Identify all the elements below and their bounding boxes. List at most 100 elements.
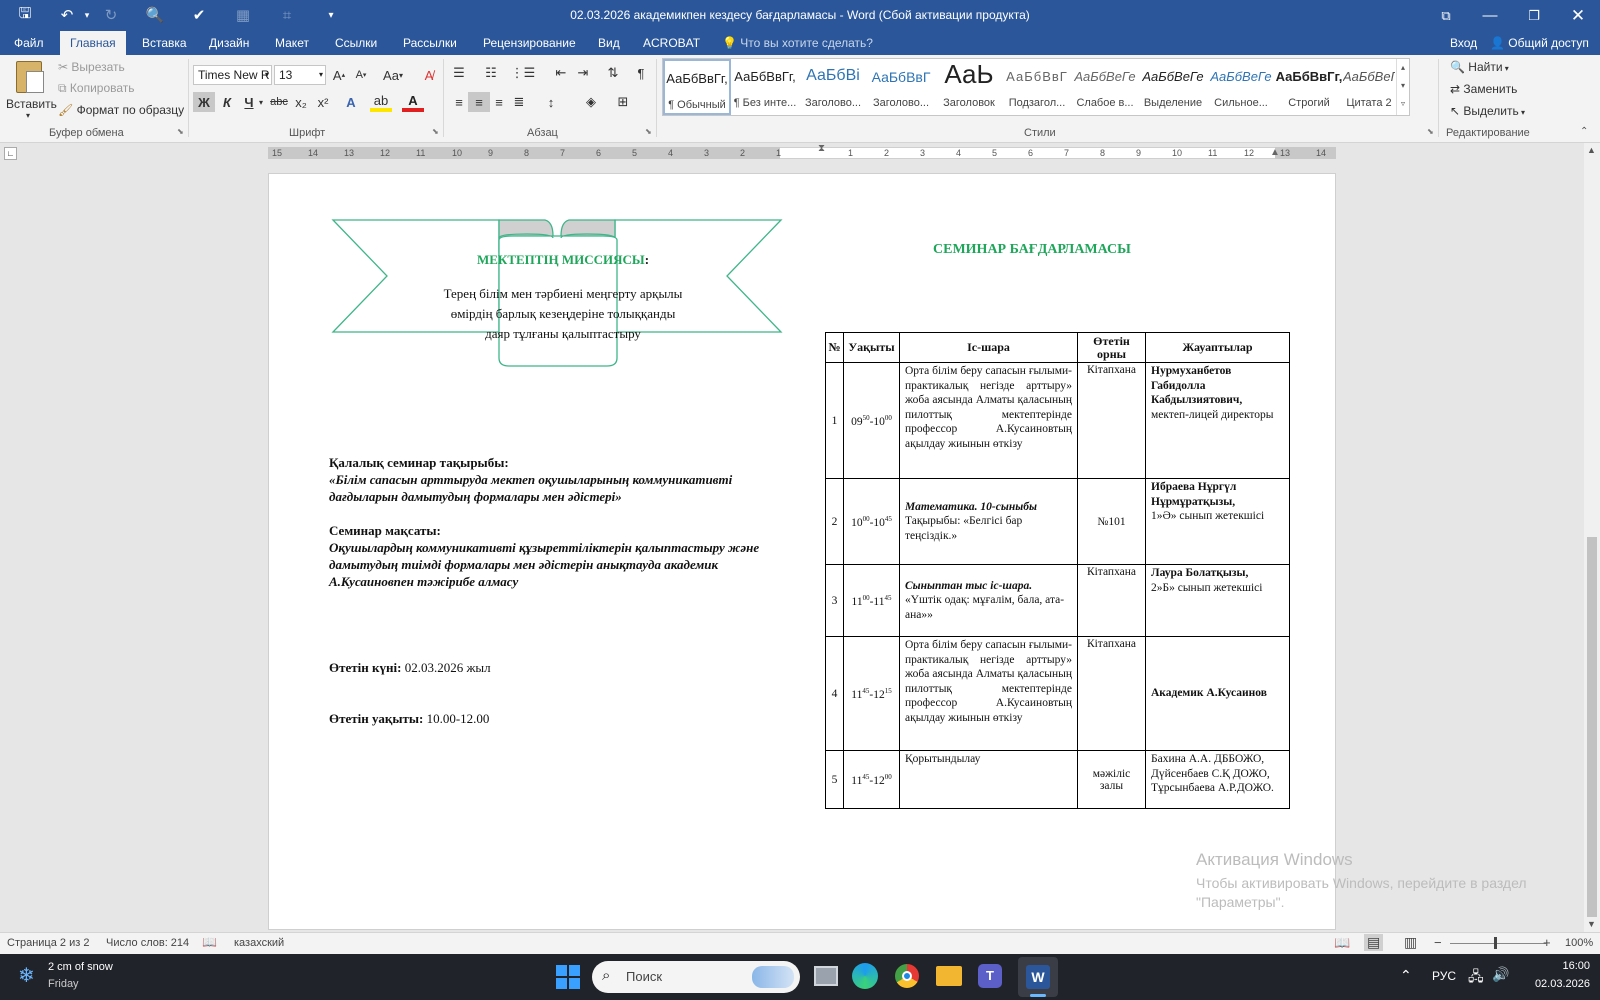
align-center-icon[interactable]: ≡ [468,92,490,112]
copy-button[interactable]: ⧉ Копировать [58,81,135,96]
read-mode-icon[interactable]: 📖 [1334,935,1350,951]
document-page[interactable]: МЕКТЕПТІҢ МИССИЯСЫ: Терең білім мен тәрб… [268,173,1336,930]
zoom-in-icon[interactable]: + [1543,935,1551,950]
show-marks-icon[interactable]: ¶ [630,63,652,83]
clock-date[interactable]: 02.03.2026 [1518,978,1590,990]
proofing-icon[interactable]: 📖 [202,935,217,949]
style-emphasis[interactable]: АаБбВеГе Выделение [1139,59,1207,115]
scroll-thumb[interactable] [1587,537,1597,917]
change-case-button[interactable]: Aa ▾ [378,65,408,85]
font-name-combo[interactable]: Times New R ▾ [193,65,272,85]
bold-button[interactable]: Ж [193,92,215,112]
close-icon[interactable]: ✕ [1556,0,1600,31]
font-launcher-icon[interactable]: ⬊ [432,127,439,136]
scroll-up-icon[interactable]: ▲ [1587,145,1596,155]
bullets-icon[interactable]: ☰ [448,63,470,83]
subscript-button[interactable]: x₂ [290,92,312,112]
web-layout-icon[interactable]: ▥ [1404,934,1417,951]
numbering-icon[interactable]: ☷ [480,63,502,83]
spelling-icon[interactable]: ✔ [186,4,212,26]
snowflake-icon[interactable]: ❄ [18,963,35,988]
tab-layout[interactable]: Макет [265,31,319,55]
shading-icon[interactable]: ◈ [580,92,602,112]
indent-marker-icon[interactable]: ⧗ [818,143,825,154]
styles-launcher-icon[interactable]: ⬊ [1427,127,1434,136]
print-preview-icon[interactable]: 🔍 [142,4,168,26]
styles-scroll[interactable]: ▴ ▾ ▿ [1396,59,1409,115]
chrome-icon[interactable] [894,963,920,989]
right-indent-icon[interactable]: ▲ [1270,147,1280,158]
customize-qat-icon[interactable]: ▾ [318,4,344,26]
more-icon[interactable]: ▿ [1401,99,1405,108]
tab-insert[interactable]: Вставка [132,31,197,55]
select-button[interactable]: ↖ Выделить ▾ [1450,104,1525,118]
weather-text[interactable]: 2 cm of snow [48,961,113,973]
scroll-down-icon[interactable]: ▼ [1587,919,1596,929]
edge-icon[interactable] [852,963,878,989]
grow-font-icon[interactable]: A ▴ [328,65,350,85]
word-count[interactable]: Число слов: 214 [106,937,189,949]
minimize-icon[interactable]: — [1468,0,1512,31]
teams-icon[interactable]: T [978,964,1002,988]
style-subtle-emphasis[interactable]: АаБбВеГе Слабое в... [1071,59,1139,115]
taskbar-search[interactable]: ⌕ Поиск [592,961,800,993]
style-quote-2[interactable]: АаБбВеГе Цитата 2 [1343,59,1395,115]
chevron-up-icon[interactable]: ▴ [1401,63,1405,72]
align-left-icon[interactable]: ≡ [448,92,470,112]
replace-button[interactable]: ⇄ Заменить [1450,82,1517,96]
style-intense-emphasis[interactable]: АаБбВеГе Сильное... [1207,59,1275,115]
shrink-font-icon[interactable]: A ▾ [350,65,372,85]
clock-time[interactable]: 16:00 [1528,960,1590,972]
start-icon[interactable] [556,965,580,989]
chevron-down-icon[interactable]: ▾ [1401,81,1405,90]
decrease-indent-icon[interactable]: ⇤ [550,63,572,83]
chevron-down-icon[interactable]: ▾ [256,92,266,112]
superscript-button[interactable]: x² [312,92,334,112]
task-view-icon[interactable] [814,966,838,986]
input-language[interactable]: РУС [1432,969,1456,983]
volume-icon[interactable]: 🔊 [1492,966,1509,983]
tab-references[interactable]: Ссылки [325,31,387,55]
page-count[interactable]: Страница 2 из 2 [7,937,89,949]
tab-acrobat[interactable]: ACROBAT [633,31,710,55]
restore-icon[interactable]: ❐ [1512,0,1556,31]
zoom-slider[interactable] [1450,943,1546,944]
tab-file[interactable]: Файл [4,31,54,55]
borders-icon[interactable]: ⊞ [612,92,634,112]
font-color-icon[interactable]: A [402,92,424,112]
multilevel-list-icon[interactable]: ⋮☰ [511,63,536,83]
find-button[interactable]: 🔍 Найти ▾ [1450,60,1509,74]
font-size-combo[interactable]: 13 ▾ [274,65,326,85]
align-right-icon[interactable]: ≡ [488,92,510,112]
zoom-level[interactable]: 100% [1565,937,1593,949]
collapse-ribbon-icon[interactable]: ⌃ [1580,126,1588,137]
italic-button[interactable]: К [216,92,238,112]
sort-icon[interactable]: ⇅ [602,63,624,83]
cut-button[interactable]: ✂ Вырезать [58,60,125,74]
tray-overflow-icon[interactable]: ⌃ [1400,967,1412,984]
horizontal-ruler[interactable]: ∟ 15 14 13 12 11 10 9 8 7 6 5 4 3 2 1 1 2 3 4 5 6 7 8 9 10 11 12 13… [0,143,1600,170]
undo-dropdown-icon[interactable]: ▾ [74,4,100,26]
zoom-slider-thumb[interactable] [1494,937,1497,949]
save-icon[interactable]: 🖫 [12,4,38,26]
tab-selector-icon[interactable]: ∟ [4,147,17,160]
word-taskbar-button[interactable]: W [1018,957,1058,997]
style-no-spacing[interactable]: АаБбВвГг, ¶ Без инте... [731,59,799,115]
vertical-scrollbar[interactable]: ▲ ▼ [1584,143,1600,932]
print-layout-icon[interactable]: ▤ [1364,934,1384,951]
clear-formatting-icon[interactable]: A̸ [418,65,440,85]
highlight-icon[interactable]: ab [370,92,392,112]
strikethrough-button[interactable]: abc [268,92,290,112]
style-heading-1[interactable]: АаБбВі Заголово... [799,59,867,115]
paste-button[interactable]: Вставить ▾ [6,59,57,123]
style-heading-2[interactable]: АаБбВвГ Заголово... [867,59,935,115]
line-spacing-icon[interactable]: ↕ [540,92,562,112]
tab-home[interactable]: Главная [60,31,126,55]
language[interactable]: казахский [234,937,284,949]
file-explorer-icon[interactable] [936,966,962,986]
clipboard-launcher-icon[interactable]: ⬊ [177,127,184,136]
style-normal[interactable]: АаБбВвГг, ¶ Обычный [663,59,731,115]
paragraph-launcher-icon[interactable]: ⬊ [645,127,652,136]
style-subtitle[interactable]: АаБбВвГ Подзагол... [1003,59,1071,115]
justify-icon[interactable]: ≣ [508,92,530,112]
